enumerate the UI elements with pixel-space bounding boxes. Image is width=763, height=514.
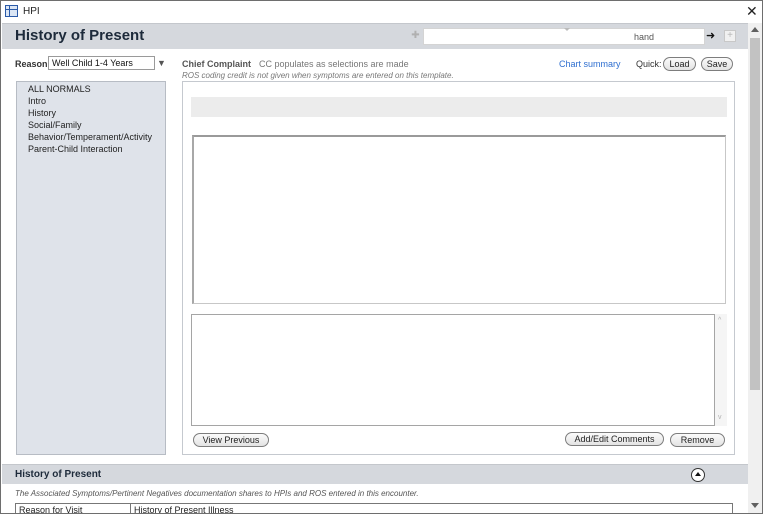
- view-previous-button[interactable]: View Previous: [193, 433, 269, 447]
- title-bar: HPI ✕: [1, 1, 762, 23]
- chart-summary-link[interactable]: Chart summary: [559, 59, 621, 69]
- save-button[interactable]: Save: [701, 57, 733, 71]
- header-bar: [191, 97, 727, 117]
- close-icon[interactable]: ✕: [746, 4, 758, 18]
- scroll-up-arrow-icon[interactable]: [751, 27, 759, 32]
- chevron-down-icon[interactable]: ▼: [157, 58, 166, 68]
- collapse-up-icon[interactable]: [691, 468, 705, 482]
- column-divider: [130, 504, 131, 513]
- nav-next-arrow-icon[interactable]: ➜: [706, 30, 715, 42]
- selection-area[interactable]: [192, 135, 726, 304]
- quick-label: Quick:: [636, 59, 662, 69]
- reason-label: Reason:: [15, 59, 51, 69]
- column-reason-for-visit: Reason for Visit: [19, 505, 83, 514]
- ros-coding-note: ROS coding credit is not given when symp…: [182, 71, 454, 80]
- remove-button[interactable]: Remove: [670, 433, 725, 447]
- list-item-all-normals[interactable]: ALL NORMALS: [28, 84, 91, 94]
- list-item-intro[interactable]: Intro: [28, 96, 46, 106]
- chief-complaint-hint: CC populates as selections are made: [259, 59, 409, 69]
- load-button[interactable]: Load: [663, 57, 696, 71]
- scroll-down-arrow-icon[interactable]: [751, 503, 759, 508]
- header-band: History of Present ✚ hand ➜ +: [2, 23, 748, 49]
- shared-documentation-note: The Associated Symptoms/Pertinent Negati…: [15, 489, 419, 498]
- reason-select[interactable]: Well Child 1-4 Years: [48, 56, 155, 70]
- window-title: HPI: [23, 6, 40, 17]
- hpi-window: HPI ✕ History of Present ✚ hand ➜ + Reas…: [0, 0, 763, 514]
- nav-field[interactable]: hand: [423, 28, 705, 45]
- list-item-social-family[interactable]: Social/Family: [28, 120, 82, 130]
- comments-textarea[interactable]: [191, 314, 715, 426]
- page-title: History of Present: [15, 27, 145, 44]
- bottom-section-title: History of Present: [15, 469, 102, 480]
- comments-scrollbar[interactable]: ^ v: [715, 314, 727, 426]
- add-edit-comments-button[interactable]: Add/Edit Comments: [565, 432, 664, 446]
- template-navigator: ✚ hand ➜ +: [410, 28, 738, 45]
- nav-marker-icon: [564, 28, 570, 31]
- section-list: ALL NORMALS Intro History Social/Family …: [16, 81, 166, 455]
- bottom-section-header: History of Present: [2, 464, 748, 484]
- scroll-down-icon[interactable]: v: [718, 414, 722, 421]
- window-scrollbar[interactable]: [748, 23, 762, 513]
- main-panel: ^ v View Previous Add/Edit Comments Remo…: [182, 81, 735, 455]
- app-table-icon: [5, 5, 18, 17]
- column-history-of-present-illness: History of Present Illness: [134, 505, 234, 514]
- scroll-up-icon[interactable]: ^: [718, 317, 721, 324]
- nav-add-icon[interactable]: +: [724, 30, 736, 42]
- nav-prev-icon[interactable]: ✚: [410, 30, 421, 42]
- list-item-behavior[interactable]: Behavior/Temperament/Activity: [28, 132, 152, 142]
- nav-field-value: hand: [634, 32, 655, 42]
- chief-complaint-label: Chief Complaint: [182, 59, 251, 69]
- hpi-table-header: Reason for Visit History of Present Illn…: [15, 503, 733, 514]
- list-item-history[interactable]: History: [28, 108, 56, 118]
- scrollbar-thumb[interactable]: [750, 38, 760, 390]
- list-item-parent-child[interactable]: Parent-Child Interaction: [28, 144, 123, 154]
